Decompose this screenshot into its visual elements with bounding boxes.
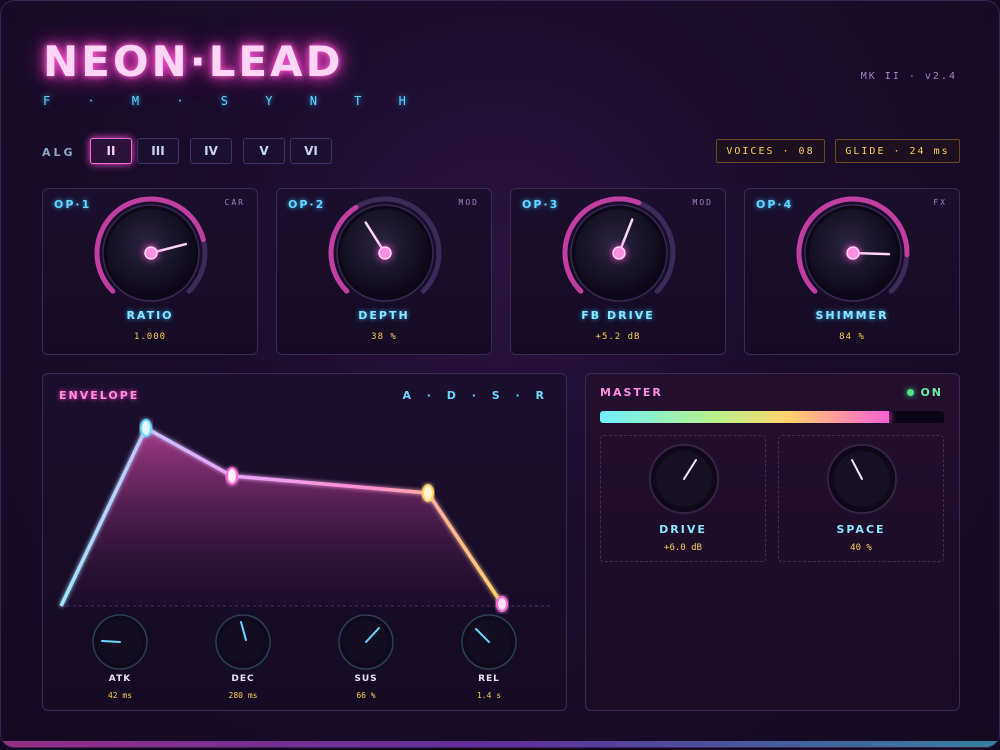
operator-tag: CAR <box>224 198 245 207</box>
operator-param-value: 38 % <box>371 332 397 342</box>
decay-knob-group: DEC 280 ms <box>208 614 278 710</box>
space-control: SPACE 40 % <box>778 435 944 562</box>
algorithm-button-vi[interactable]: VI <box>290 138 332 164</box>
attack-knob[interactable] <box>92 614 148 670</box>
product-title: NEON·LEAD <box>43 37 344 86</box>
shimmer-knob[interactable] <box>795 195 911 311</box>
power-led-icon <box>907 389 915 396</box>
knob-value: 66 % <box>356 691 376 700</box>
attack-knob-group: ATK 42 ms <box>85 614 155 710</box>
sustain-node[interactable] <box>422 484 434 502</box>
algorithm-button-iii[interactable]: III <box>137 138 179 164</box>
knob-hub <box>612 246 626 260</box>
operator-param-value: 1.000 <box>133 332 167 342</box>
master-panel: MASTER ON DRIVE +6.0 dB SPACE 40 % <box>585 373 960 711</box>
depth-knob[interactable] <box>327 195 443 311</box>
operator-param-name: DEPTH <box>358 309 410 322</box>
knob-hub <box>378 246 392 260</box>
master-level-meter <box>600 411 944 423</box>
master-level-fill <box>600 411 889 423</box>
algorithm-button-v[interactable]: V <box>243 138 285 164</box>
decay-node[interactable] <box>226 467 238 485</box>
voices-readout[interactable]: VOICES · 08 <box>716 139 825 163</box>
ratio-knob[interactable] <box>93 195 209 311</box>
drive-knob[interactable] <box>647 442 721 516</box>
operator-tag: MOD <box>458 198 479 207</box>
space-knob[interactable] <box>825 442 899 516</box>
master-status-label: ON <box>920 386 943 399</box>
sustain-knob-group: SUS 66 % <box>331 614 401 710</box>
master-title: MASTER <box>600 386 663 399</box>
operator-panel-2: OP·2 MOD DEPTH 38 % <box>276 188 492 355</box>
knob-label: SUS <box>354 674 378 684</box>
knob-value: 42 ms <box>107 691 133 700</box>
envelope-graph[interactable] <box>43 374 568 614</box>
operator-title: OP·2 <box>288 198 326 211</box>
envelope-stages-label: A · D · S · R <box>402 389 550 402</box>
release-knob[interactable] <box>461 614 517 670</box>
envelope-title: ENVELOPE <box>59 389 140 402</box>
knob-label: REL <box>478 674 500 684</box>
space-value: 40 % <box>850 543 872 553</box>
knob-hub <box>144 246 158 260</box>
algorithm-button-iv[interactable]: IV <box>190 138 232 164</box>
knob-label: DEC <box>231 674 255 684</box>
operator-param-value: 84 % <box>839 332 865 342</box>
algorithm-label: ALG <box>42 146 76 159</box>
decay-knob[interactable] <box>215 614 271 670</box>
operator-title: OP·3 <box>522 198 560 211</box>
operator-title: OP·1 <box>54 198 92 211</box>
master-status[interactable]: ON <box>907 386 943 399</box>
release-node[interactable] <box>496 596 508 612</box>
operator-tag: MOD <box>692 198 713 207</box>
operator-param-value: +5.2 dB <box>595 332 641 342</box>
operator-tag: FX <box>933 198 947 207</box>
drive-control: DRIVE +6.0 dB <box>600 435 766 562</box>
operator-panel-4: OP·4 FX SHIMMER 84 % <box>744 188 960 355</box>
drive-value: +6.0 dB <box>664 543 702 553</box>
operator-param-name: FB DRIVE <box>581 309 655 322</box>
algorithm-button-ii[interactable]: II <box>90 138 132 164</box>
operator-param-name: RATIO <box>126 309 174 322</box>
knob-hub <box>846 246 860 260</box>
sustain-knob[interactable] <box>338 614 394 670</box>
operator-title: OP·4 <box>756 198 794 211</box>
knob-value: 1.4 s <box>476 691 502 700</box>
release-knob-group: REL 1.4 s <box>454 614 524 710</box>
envelope-panel: ENVELOPE A · D · S · R ATK 42 ms DEC 280… <box>42 373 567 711</box>
operator-panel-3: OP·3 MOD FB DRIVE +5.2 dB <box>510 188 726 355</box>
operator-param-name: SHIMMER <box>815 309 889 322</box>
product-subtitle: F · M · S Y N T H <box>43 94 421 108</box>
envelope-area <box>61 428 502 606</box>
knob-label: ATK <box>108 674 132 684</box>
drive-label: DRIVE <box>659 523 707 536</box>
knob-value: 280 ms <box>228 691 258 700</box>
attack-node[interactable] <box>140 419 152 437</box>
glide-readout[interactable]: GLIDE · 24 ms <box>835 139 960 163</box>
operator-panel-1: OP·1 CAR RATIO 1.000 <box>42 188 258 355</box>
fb-drive-knob[interactable] <box>561 195 677 311</box>
version-label: MK II · v2.4 <box>860 71 957 82</box>
synth-window: NEON·LEAD F · M · S Y N T H MK II · v2.4… <box>0 0 1000 748</box>
space-label: SPACE <box>836 523 886 536</box>
